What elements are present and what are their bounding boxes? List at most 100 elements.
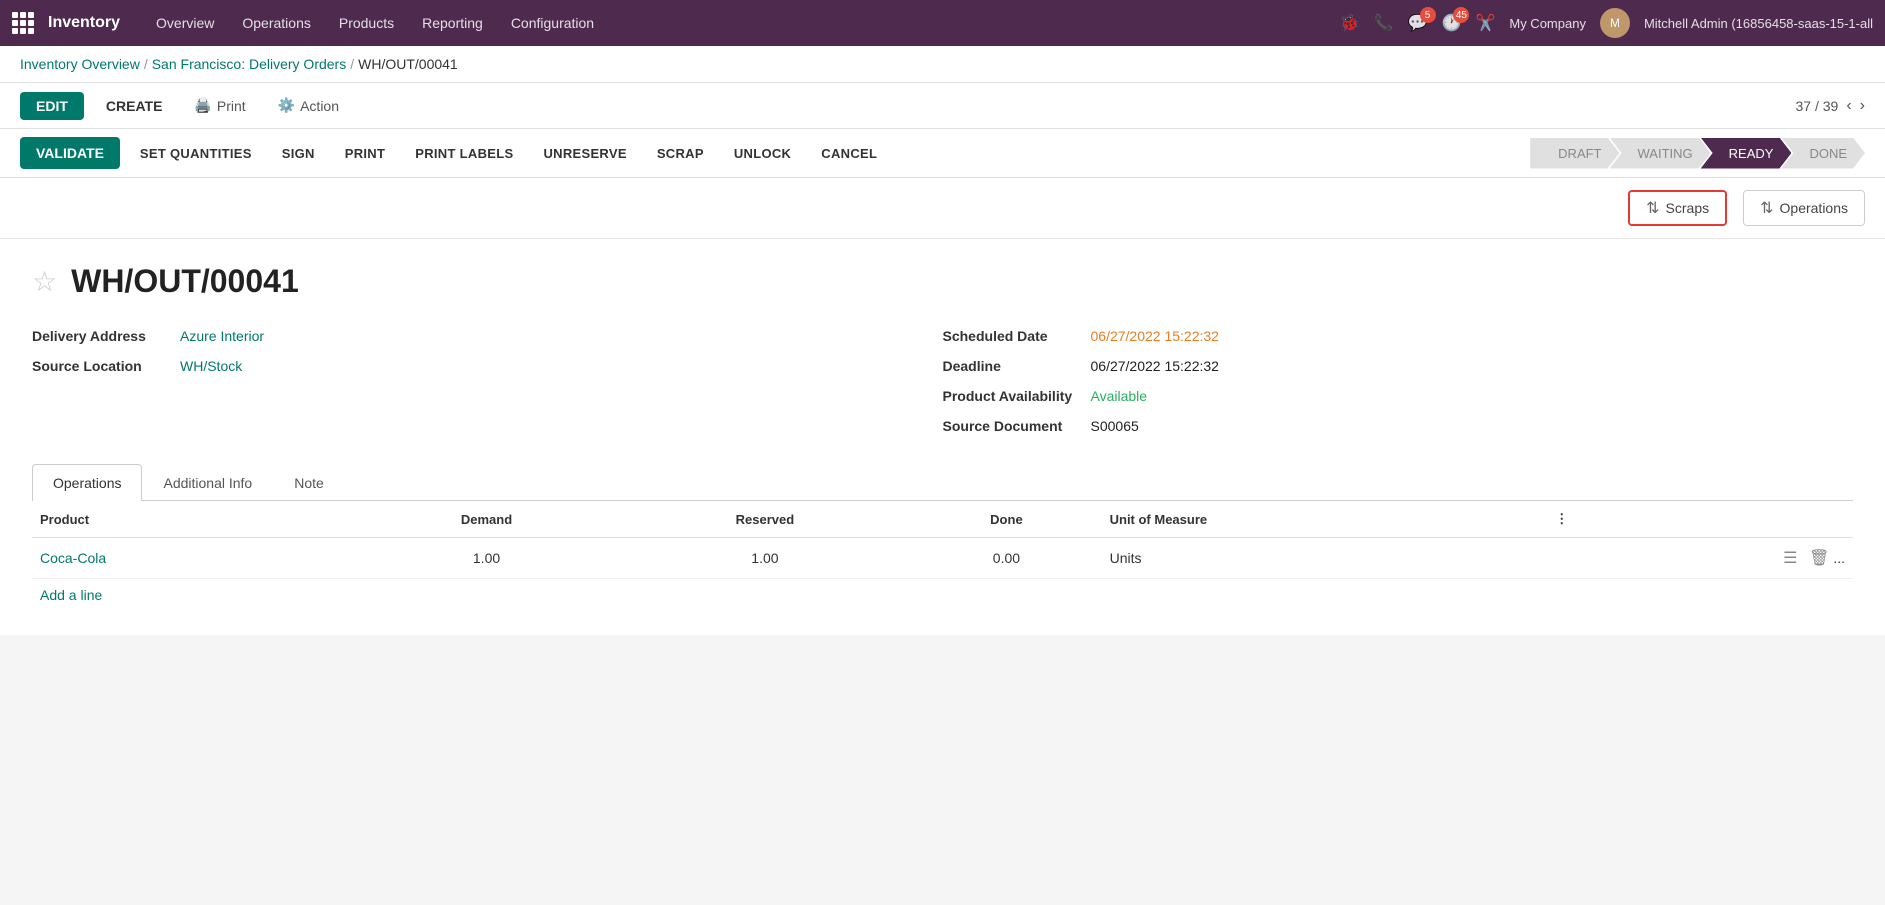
scrap-button[interactable]: SCRAP bbox=[647, 138, 714, 169]
breadcrumb-inventory-overview[interactable]: Inventory Overview bbox=[20, 56, 140, 72]
phone-icon[interactable]: 📞 bbox=[1374, 13, 1394, 33]
create-button[interactable]: CREATE bbox=[96, 92, 173, 120]
action-bar-right: 37 / 39 ‹ › bbox=[1796, 97, 1865, 115]
tab-additional-info[interactable]: Additional Info bbox=[142, 464, 273, 501]
product-cell[interactable]: Coca-Cola bbox=[32, 538, 354, 579]
col-done: Done bbox=[911, 501, 1101, 538]
breadcrumb-delivery-orders[interactable]: San Francisco: Delivery Orders bbox=[152, 56, 347, 72]
top-navigation: Inventory Overview Operations Products R… bbox=[0, 0, 1885, 46]
status-pipeline: DRAFT WAITING READY DONE bbox=[1530, 138, 1865, 169]
gear-icon: ⚙️ bbox=[278, 97, 295, 114]
scheduled-date-label: Scheduled Date bbox=[943, 328, 1083, 344]
company-name: My Company bbox=[1509, 16, 1586, 31]
product-availability-label: Product Availability bbox=[943, 388, 1083, 404]
breadcrumb: Inventory Overview / San Francisco: Deli… bbox=[0, 46, 1885, 83]
list-icon[interactable]: ☰ bbox=[1783, 550, 1797, 567]
add-line[interactable]: Add a line bbox=[32, 579, 110, 611]
col-menu[interactable]: ⋮ bbox=[1547, 501, 1853, 538]
user-name: Mitchell Admin (16856458-saas-15-1-all bbox=[1644, 16, 1873, 31]
breadcrumb-current: WH/OUT/00041 bbox=[358, 56, 458, 72]
set-quantities-button[interactable]: SET QUANTITIES bbox=[130, 138, 262, 169]
deadline-value[interactable]: 06/27/2022 15:22:32 bbox=[1091, 358, 1219, 374]
validate-button[interactable]: VALIDATE bbox=[20, 137, 120, 169]
delivery-address-row: Delivery Address Azure Interior bbox=[32, 328, 943, 344]
scraps-button[interactable]: ⇅ Scraps bbox=[1628, 190, 1727, 226]
form-title-row: ☆ WH/OUT/00041 bbox=[32, 263, 1853, 300]
tab-note[interactable]: Note bbox=[273, 464, 345, 501]
source-document-label: Source Document bbox=[943, 418, 1083, 434]
avatar[interactable]: M bbox=[1600, 8, 1630, 38]
delivery-address-label: Delivery Address bbox=[32, 328, 172, 344]
row-actions: ☰ 🗑 ... bbox=[1547, 538, 1853, 579]
unit-cell: Units bbox=[1102, 538, 1548, 579]
status-done: DONE bbox=[1781, 138, 1865, 169]
brand-name: Inventory bbox=[48, 14, 120, 32]
nav-configuration[interactable]: Configuration bbox=[499, 9, 606, 37]
print-button-2[interactable]: PRINT bbox=[335, 138, 396, 169]
delivery-address-value[interactable]: Azure Interior bbox=[180, 328, 264, 344]
sign-button[interactable]: SIGN bbox=[272, 138, 325, 169]
source-location-value[interactable]: WH/Stock bbox=[180, 358, 242, 374]
next-button[interactable]: › bbox=[1860, 97, 1865, 115]
print-labels-button[interactable]: PRINT LABELS bbox=[405, 138, 523, 169]
source-document-row: Source Document S00065 bbox=[943, 418, 1854, 434]
nav-reporting[interactable]: Reporting bbox=[410, 9, 495, 37]
operations-table: Product Demand Reserved Done Unit of Mea… bbox=[32, 501, 1853, 579]
scrap-ops-bar: ⇅ Scraps ⇅ Operations bbox=[0, 178, 1885, 239]
status-ready: READY bbox=[1701, 138, 1792, 169]
scheduled-date-value[interactable]: 06/27/2022 15:22:32 bbox=[1091, 328, 1219, 344]
unreserve-button[interactable]: UNRESERVE bbox=[533, 138, 636, 169]
status-waiting: WAITING bbox=[1610, 138, 1711, 169]
prev-button[interactable]: ‹ bbox=[1846, 97, 1851, 115]
operations-button[interactable]: ⇅ Operations bbox=[1743, 190, 1865, 226]
source-location-label: Source Location bbox=[32, 358, 172, 374]
content-wrapper: ⇅ Scraps ⇅ Operations ☆ WH/OUT/00041 Del… bbox=[0, 178, 1885, 635]
printer-icon: 🖨️ bbox=[194, 97, 211, 114]
activity-icon[interactable]: 🕐 45 bbox=[1442, 13, 1462, 33]
form-title: WH/OUT/00041 bbox=[71, 263, 299, 300]
scraps-sort-icon: ⇅ bbox=[1646, 198, 1659, 218]
done-cell[interactable]: 0.00 bbox=[911, 538, 1101, 579]
operations-label: Operations bbox=[1780, 200, 1848, 216]
action-bar: EDIT CREATE 🖨️ Print ⚙️ Action 37 / 39 ‹… bbox=[0, 83, 1885, 129]
trash-icon[interactable]: 🗑 bbox=[1809, 550, 1829, 567]
nav-overview[interactable]: Overview bbox=[144, 9, 226, 37]
action-label: Action bbox=[300, 98, 339, 114]
deadline-label: Deadline bbox=[943, 358, 1083, 374]
print-button[interactable]: 🖨️ Print bbox=[184, 91, 255, 120]
unlock-button[interactable]: UNLOCK bbox=[724, 138, 801, 169]
reserved-cell: 1.00 bbox=[619, 538, 912, 579]
status-draft: DRAFT bbox=[1530, 138, 1619, 169]
nav-operations[interactable]: Operations bbox=[230, 9, 322, 37]
form-body: ☆ WH/OUT/00041 Delivery Address Azure In… bbox=[0, 239, 1885, 635]
breadcrumb-sep-1: / bbox=[144, 56, 148, 72]
messages-icon[interactable]: 💬 5 bbox=[1408, 13, 1428, 33]
nav-links: Overview Operations Products Reporting C… bbox=[144, 9, 1340, 37]
nav-right: 🐞 📞 💬 5 🕐 45 ✂️ My Company M Mitchell Ad… bbox=[1340, 8, 1873, 38]
product-availability-value: Available bbox=[1091, 388, 1148, 404]
col-product: Product bbox=[32, 501, 354, 538]
bug-icon[interactable]: 🐞 bbox=[1340, 13, 1360, 33]
action-button[interactable]: ⚙️ Action bbox=[268, 91, 349, 120]
source-location-row: Source Location WH/Stock bbox=[32, 358, 943, 374]
breadcrumb-sep-2: / bbox=[350, 56, 354, 72]
field-right: Scheduled Date 06/27/2022 15:22:32 Deadl… bbox=[943, 328, 1854, 434]
edit-button[interactable]: EDIT bbox=[20, 92, 84, 120]
brand-logo[interactable]: Inventory bbox=[12, 12, 120, 34]
apps-icon[interactable] bbox=[12, 12, 34, 34]
tabs-row: Operations Additional Info Note bbox=[32, 464, 1853, 501]
nav-products[interactable]: Products bbox=[327, 9, 406, 37]
field-left: Delivery Address Azure Interior Source L… bbox=[32, 328, 943, 434]
favorite-star-icon[interactable]: ☆ bbox=[32, 265, 57, 298]
scraps-label: Scraps bbox=[1666, 200, 1710, 216]
cancel-button[interactable]: CANCEL bbox=[811, 138, 887, 169]
settings-icon[interactable]: ✂️ bbox=[1475, 13, 1495, 33]
activity-badge: 45 bbox=[1453, 7, 1469, 23]
col-demand: Demand bbox=[354, 501, 618, 538]
tab-operations[interactable]: Operations bbox=[32, 464, 142, 501]
ellipsis: ... bbox=[1833, 550, 1845, 566]
col-reserved: Reserved bbox=[619, 501, 912, 538]
messages-badge: 5 bbox=[1420, 7, 1436, 23]
form-fields: Delivery Address Azure Interior Source L… bbox=[32, 328, 1853, 434]
print-label: Print bbox=[217, 98, 246, 114]
